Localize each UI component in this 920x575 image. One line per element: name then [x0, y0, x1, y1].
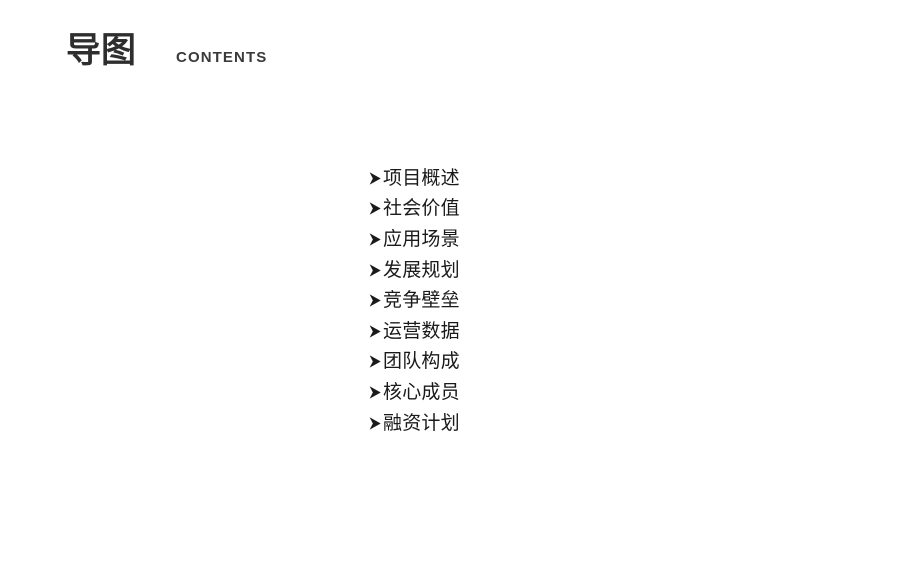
- chevron-right-triangle-icon: [369, 386, 381, 399]
- list-item[interactable]: 团队构成: [368, 347, 460, 378]
- slide-header: 导图 CONTENTS: [66, 33, 267, 68]
- list-item[interactable]: 项目概述: [368, 163, 460, 194]
- list-item[interactable]: 运营数据: [368, 316, 460, 347]
- list-item-label: 运营数据: [383, 320, 460, 342]
- page-subtitle: CONTENTS: [176, 49, 268, 66]
- list-item-label: 应用场景: [383, 228, 460, 250]
- chevron-right-triangle-icon: [369, 294, 381, 307]
- list-item-label: 项目概述: [383, 167, 460, 189]
- list-item[interactable]: 融资计划: [368, 408, 460, 439]
- list-item-label: 发展规划: [383, 259, 460, 281]
- list-item-label: 竞争壁垒: [383, 290, 460, 312]
- list-item[interactable]: 应用场景: [368, 224, 460, 255]
- list-item-label: 核心成员: [383, 381, 460, 403]
- list-item[interactable]: 发展规划: [368, 255, 460, 286]
- page-title: 导图: [66, 31, 137, 70]
- chevron-right-triangle-icon: [369, 325, 381, 338]
- list-item-label: 社会价值: [383, 198, 460, 220]
- chevron-right-triangle-icon: [369, 263, 381, 277]
- contents-list: 项目概述 社会价值 应用场景 发展规划 竞争壁垒 运营数据 团队构成 核心成员 …: [368, 163, 460, 438]
- chevron-right-triangle-icon: [369, 202, 381, 216]
- chevron-right-triangle-icon: [369, 355, 381, 369]
- chevron-right-triangle-icon: [369, 416, 381, 430]
- slide-canvas: 导图 CONTENTS 项目概述 社会价值 应用场景 发展规划 竞争壁垒 运营数…: [0, 0, 920, 575]
- list-item-label: 团队构成: [383, 351, 460, 373]
- list-item[interactable]: 社会价值: [368, 194, 460, 225]
- list-item[interactable]: 竞争壁垒: [368, 285, 460, 316]
- list-item-label: 融资计划: [383, 412, 460, 434]
- list-item[interactable]: 核心成员: [368, 377, 460, 408]
- chevron-right-triangle-icon: [369, 233, 381, 246]
- chevron-right-triangle-icon: [369, 172, 381, 185]
